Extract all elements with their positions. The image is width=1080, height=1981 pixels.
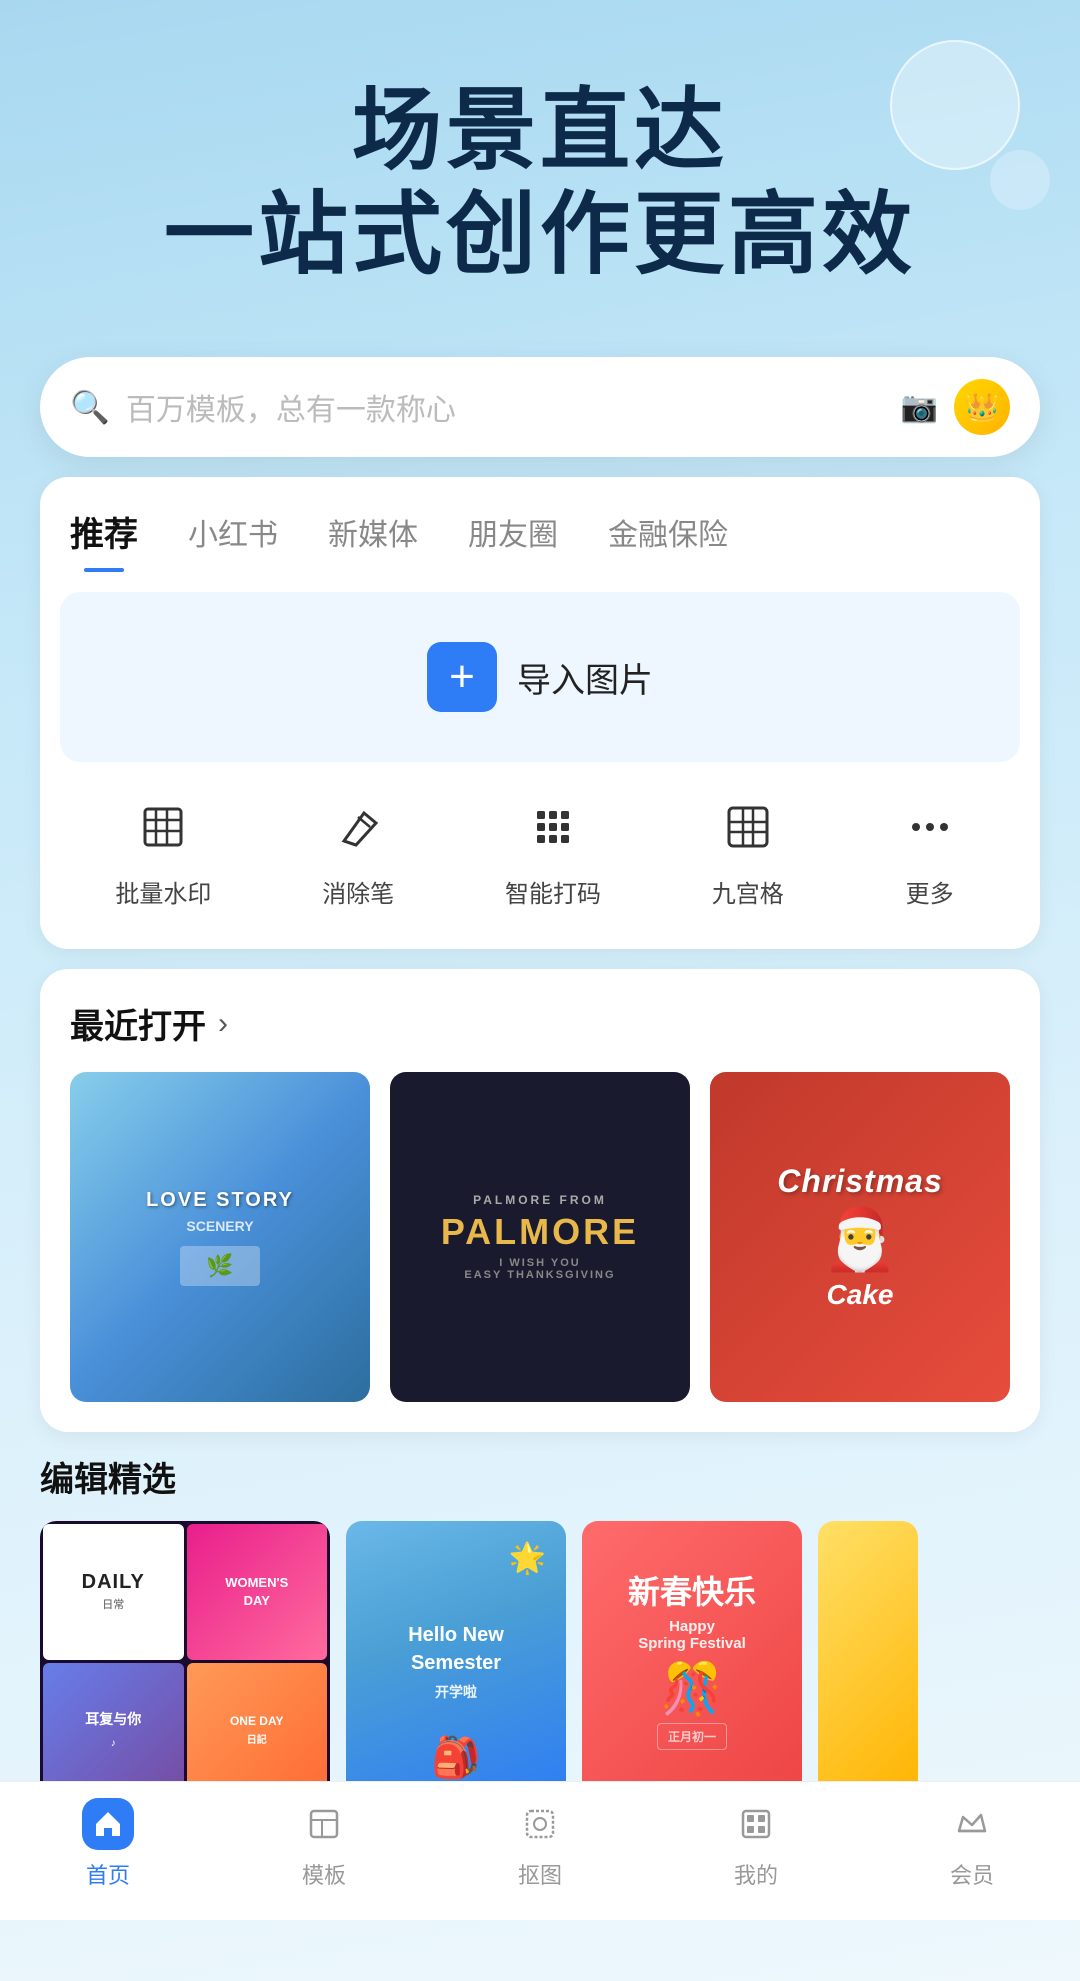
editor-picks-grid: DAILY 日常 WOMEN'SDAY 耳复与你♪ ONE DAY日記 bbox=[40, 1521, 1040, 1801]
tool-smart-blur-label: 智能打码 bbox=[505, 874, 601, 909]
recent-item-palmore[interactable]: PALMORE FROM PALMORE I WISH YOUEASY THAN… bbox=[390, 1072, 690, 1402]
tool-more-label: 更多 bbox=[906, 874, 954, 909]
tool-batch-watermark[interactable]: 批量水印 bbox=[115, 792, 211, 909]
nav-mine-label: 我的 bbox=[734, 1858, 778, 1890]
tool-nine-grid[interactable]: 九宫格 bbox=[712, 792, 784, 909]
batch-watermark-icon bbox=[128, 792, 198, 862]
editor-item-hello-new-semester[interactable]: Hello NewSemester 开学啦 🎒 🌟 bbox=[346, 1521, 566, 1801]
bottom-navigation: 首页 模板 抠图 bbox=[0, 1781, 1080, 1920]
tool-eraser-label: 消除笔 bbox=[322, 874, 394, 909]
import-area[interactable]: + 导入图片 bbox=[60, 592, 1020, 762]
search-bar[interactable]: 🔍 百万模板，总有一款称心 📷 👑 bbox=[40, 357, 1040, 457]
nav-mine[interactable]: 我的 bbox=[648, 1798, 864, 1890]
nav-vip[interactable]: 会员 bbox=[864, 1798, 1080, 1890]
tab-moments[interactable]: 朋友圈 bbox=[468, 510, 558, 570]
import-label: 导入图片 bbox=[517, 653, 653, 702]
recent-title: 最近打开 bbox=[70, 999, 206, 1048]
template-icon bbox=[298, 1798, 350, 1850]
crown-icon: 👑 bbox=[965, 391, 1000, 424]
nav-templates-label: 模板 bbox=[302, 1858, 346, 1890]
cutout-icon bbox=[514, 1798, 566, 1850]
bubble-decoration-large bbox=[890, 40, 1020, 170]
recent-img-christmas: Christmas 🎅 Cake bbox=[710, 1072, 1010, 1402]
recent-section: 最近打开 › LOVE STORY SCENERY 🌿 PALMORE FROM bbox=[40, 969, 1040, 1432]
recent-item-love-story[interactable]: LOVE STORY SCENERY 🌿 bbox=[70, 1072, 370, 1402]
tab-xiaohongshu[interactable]: 小红书 bbox=[188, 510, 278, 570]
recent-grid: LOVE STORY SCENERY 🌿 PALMORE FROM PALMOR… bbox=[70, 1072, 1010, 1402]
hero-title-line1: 场景直达 bbox=[352, 81, 728, 181]
editor-img-partial bbox=[818, 1521, 918, 1801]
nav-cutout[interactable]: 抠图 bbox=[432, 1798, 648, 1890]
tool-smart-blur[interactable]: 智能打码 bbox=[505, 792, 601, 909]
recent-img-palmore: PALMORE FROM PALMORE I WISH YOUEASY THAN… bbox=[390, 1072, 690, 1402]
camera-icon[interactable]: 📷 bbox=[901, 390, 938, 425]
editor-item-daily[interactable]: DAILY 日常 WOMEN'SDAY 耳复与你♪ ONE DAY日記 bbox=[40, 1521, 330, 1801]
eraser-icon bbox=[323, 792, 393, 862]
nav-home[interactable]: 首页 bbox=[0, 1798, 216, 1890]
tool-batch-watermark-label: 批量水印 bbox=[115, 874, 211, 909]
hero-title-line2: 一站式创作更高效 bbox=[164, 185, 916, 285]
tool-eraser[interactable]: 消除笔 bbox=[322, 792, 394, 909]
main-card: 推荐 小红书 新媒体 朋友圈 金融保险 + 导入图片 bbox=[40, 477, 1040, 949]
hero-title: 场景直达 一站式创作更高效 bbox=[60, 80, 1020, 287]
editor-picks-section: 编辑精选 DAILY 日常 WOMEN'SDAY 耳复与你♪ ONE bbox=[40, 1452, 1040, 1821]
tab-newmedia[interactable]: 新媒体 bbox=[328, 510, 418, 570]
nav-templates[interactable]: 模板 bbox=[216, 1798, 432, 1890]
search-icon: 🔍 bbox=[70, 388, 110, 426]
nav-cutout-label: 抠图 bbox=[518, 1858, 562, 1890]
nine-grid-icon bbox=[713, 792, 783, 862]
editor-item-spring-festival[interactable]: 新春快乐 HappySpring Festival 🎊 正月初一 bbox=[582, 1521, 802, 1801]
mine-icon bbox=[730, 1798, 782, 1850]
tab-finance[interactable]: 金融保险 bbox=[608, 510, 728, 570]
tab-recommended[interactable]: 推荐 bbox=[70, 507, 138, 572]
editor-item-partial[interactable] bbox=[818, 1521, 918, 1801]
hero-section: 场景直达 一站式创作更高效 bbox=[0, 0, 1080, 327]
plus-icon: + bbox=[449, 652, 475, 702]
editor-img-spring-festival: 新春快乐 HappySpring Festival 🎊 正月初一 bbox=[582, 1521, 802, 1801]
search-input[interactable]: 百万模板，总有一款称心 bbox=[126, 385, 885, 429]
category-tabs: 推荐 小红书 新媒体 朋友圈 金融保险 bbox=[40, 477, 1040, 572]
tools-row: 批量水印 消除笔 bbox=[40, 782, 1040, 919]
smart-blur-icon bbox=[518, 792, 588, 862]
recent-header: 最近打开 › bbox=[70, 999, 1010, 1048]
import-plus-button[interactable]: + bbox=[427, 642, 497, 712]
more-icon bbox=[895, 792, 965, 862]
crown-badge[interactable]: 👑 bbox=[954, 379, 1010, 435]
recent-img-love-story: LOVE STORY SCENERY 🌿 bbox=[70, 1072, 370, 1402]
tool-more[interactable]: 更多 bbox=[895, 792, 965, 909]
nav-vip-label: 会员 bbox=[950, 1858, 994, 1890]
home-icon bbox=[82, 1798, 134, 1850]
editor-img-hello-new-semester: Hello NewSemester 开学啦 🎒 🌟 bbox=[346, 1521, 566, 1801]
editor-picks-title: 编辑精选 bbox=[40, 1452, 1040, 1501]
recent-item-christmas[interactable]: Christmas 🎅 Cake bbox=[710, 1072, 1010, 1402]
recent-arrow[interactable]: › bbox=[218, 1007, 228, 1041]
vip-icon bbox=[946, 1798, 998, 1850]
tool-nine-grid-label: 九宫格 bbox=[712, 874, 784, 909]
nav-home-label: 首页 bbox=[86, 1858, 130, 1890]
bubble-decoration-small bbox=[990, 150, 1050, 210]
